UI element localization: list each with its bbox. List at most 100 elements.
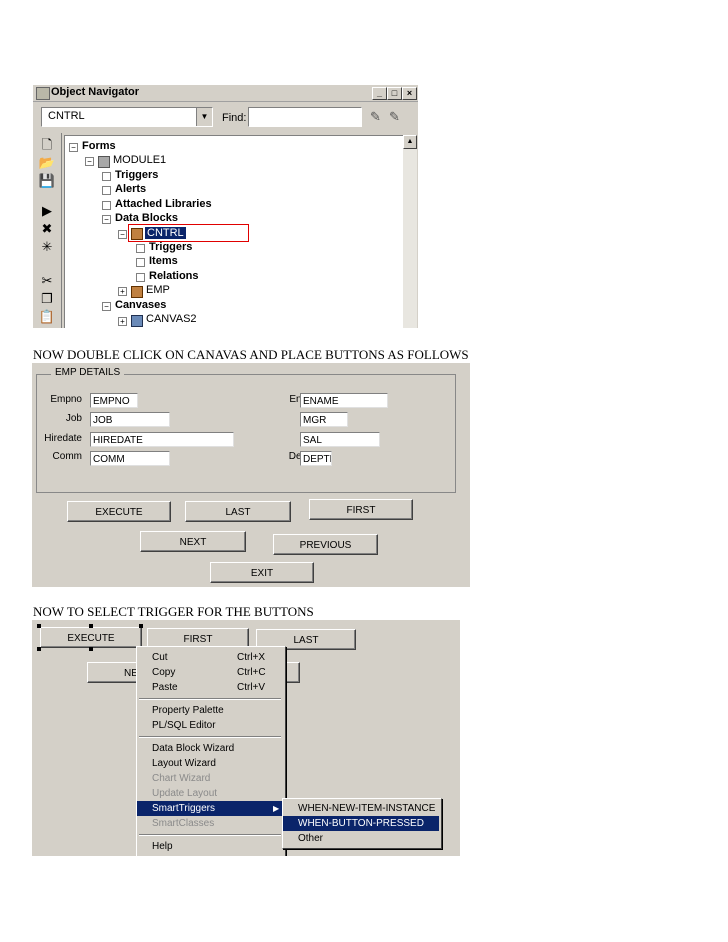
compile-icon[interactable]: ✳ [38,239,56,255]
close-icon[interactable]: × [402,87,417,100]
frame-title: EMP DETAILS [51,367,125,378]
scroll-up-icon[interactable]: ▲ [403,135,417,149]
tree-node-triggers[interactable]: Triggers [115,169,158,181]
menu-item-smart-triggers[interactable]: SmartTriggers ▶ [137,801,283,816]
debug-icon[interactable]: ✖ [38,221,56,237]
tree-node-canvases[interactable]: Canvases [115,299,166,311]
node-icon [102,186,111,195]
menu-item-layout-wizard[interactable]: Layout Wizard [137,756,283,771]
execute-button[interactable]: EXECUTE [67,501,171,522]
find-previous-icon[interactable]: ✎ [370,109,381,125]
previous-button[interactable]: PREVIOUS [273,534,378,555]
collapse-icon[interactable]: − [102,215,111,224]
tree-node-module1[interactable]: MODULE1 [113,154,166,166]
menu-item-data-block-wizard[interactable]: Data Block Wizard [137,741,283,756]
vertical-scrollbar[interactable]: ▲ [403,135,417,328]
find-input[interactable] [248,107,362,127]
menu-item-chart-wizard: Chart Wizard [152,773,211,784]
find-next-icon[interactable]: ✎ [389,109,400,125]
window-title: Object Navigator [51,86,140,98]
emp-canvas: EMP DETAILS Empno EMPNO Job JOB Hiredate… [32,363,470,587]
menu-item-copy[interactable]: Copy Ctrl+C [137,665,283,680]
smart-triggers-submenu: WHEN-NEW-ITEM-INSTANCE WHEN-BUTTON-PRESS… [282,798,442,849]
navigator-toolbar: CNTRL ▼ Find: ✎ ✎ [33,102,418,132]
tree-node-cntrl-triggers[interactable]: Triggers [149,241,192,253]
open-icon[interactable]: 📂 [38,155,56,171]
field-mgr[interactable]: MGR [300,412,348,427]
selection-handle[interactable] [89,624,93,628]
find-label: Find: [222,112,247,124]
menu-separator [139,736,281,738]
collapse-icon[interactable]: − [69,143,78,152]
menu-item-paste[interactable]: Paste Ctrl+V [137,680,283,695]
chevron-down-icon[interactable]: ▼ [196,108,212,126]
expand-icon[interactable]: + [118,287,127,296]
label-empno: Empno [50,394,82,405]
vertical-toolbar: 🗋 📂 💾 ▶ ✖ ✳ ✂ ❐ 📋 [33,133,62,328]
new-icon[interactable]: 🗋 [38,137,56,153]
menu-item-smart-classes: SmartClasses [152,818,215,829]
submenu-arrow-icon: ▶ [273,804,280,813]
collapse-icon[interactable]: − [85,157,94,166]
form-module-icon [98,156,110,168]
tree-node-emp[interactable]: EMP [146,284,170,296]
module-combo[interactable]: CNTRL ▼ [41,107,213,127]
field-ename[interactable]: ENAME [300,393,388,408]
tree-node-data-blocks[interactable]: Data Blocks [115,212,178,224]
instruction-caption-1: NOW DOUBLE CLICK ON CANAVAS AND PLACE BU… [33,347,469,362]
layout-editor-canvas: EXECUTE FIRST LAST NE Cut Ctrl+X Copy Ctrl… [32,620,460,856]
tree-node-forms[interactable]: Forms [82,140,116,152]
title-bar: Object Navigator _ □ × [33,85,418,102]
tree-node-canvas2[interactable]: CANVAS2 [146,313,197,325]
run-icon[interactable]: ▶ [38,203,56,219]
collapse-icon[interactable]: − [118,230,127,239]
first-button[interactable]: FIRST [309,499,413,520]
instruction-caption-2: NOW TO SELECT TRIGGER FOR THE BUTTONS [33,604,314,619]
field-empno[interactable]: EMPNO [90,393,138,408]
selection-handle[interactable] [89,647,93,651]
menu-item-cut[interactable]: Cut Ctrl+X [137,650,283,665]
highlight-box [128,224,249,242]
canvas-icon [131,315,143,327]
tree-node-cntrl-relations[interactable]: Relations [149,270,199,282]
last-button[interactable]: LAST [185,501,291,522]
menu-separator [139,698,281,700]
minimize-icon[interactable]: _ [372,87,387,100]
cut-icon[interactable]: ✂ [38,273,56,289]
menu-separator [139,834,281,836]
menu-item-help[interactable]: Help [137,839,283,854]
submenu-item-when-button-pressed[interactable]: WHEN-BUTTON-PRESSED [283,816,439,831]
field-job[interactable]: JOB [90,412,170,427]
field-hiredate[interactable]: HIREDATE [90,432,234,447]
execute-button[interactable]: EXECUTE [40,627,142,648]
context-menu: Cut Ctrl+X Copy Ctrl+C Paste Ctrl+V Propert… [136,646,286,856]
paste-icon[interactable]: 📋 [38,309,56,325]
submenu-item-other[interactable]: Other [283,831,439,846]
menu-item-property-palette[interactable]: Property Palette [137,703,283,718]
tree-node-alerts[interactable]: Alerts [115,183,146,195]
selection-handle[interactable] [37,624,41,628]
node-icon [102,201,111,210]
tree-node-cntrl-items[interactable]: Items [149,255,178,267]
field-comm[interactable]: COMM [90,451,170,466]
module-combo-value: CNTRL [48,110,85,122]
submenu-item-when-new-item-instance[interactable]: WHEN-NEW-ITEM-INSTANCE [283,801,439,816]
save-icon[interactable]: 💾 [38,173,56,189]
exit-button[interactable]: EXIT [210,562,314,583]
data-block-icon [131,286,143,298]
next-button[interactable]: NEXT [140,531,246,552]
node-icon [136,273,145,282]
expand-icon[interactable]: + [118,317,127,326]
tree-node-attached-libraries[interactable]: Attached Libraries [115,198,212,210]
menu-item-update-layout: Update Layout [152,788,218,799]
label-hiredate: Hiredate [44,433,82,444]
field-deptno[interactable]: DEPTN [300,451,332,466]
selection-handle[interactable] [37,647,41,651]
field-sal[interactable]: SAL [300,432,380,447]
maximize-icon[interactable]: □ [387,87,402,100]
label-job: Job [65,413,82,424]
collapse-icon[interactable]: − [102,302,111,311]
selection-handle[interactable] [139,624,143,628]
copy-icon[interactable]: ❐ [38,291,56,307]
menu-item-plsql-editor[interactable]: PL/SQL Editor [137,718,283,733]
